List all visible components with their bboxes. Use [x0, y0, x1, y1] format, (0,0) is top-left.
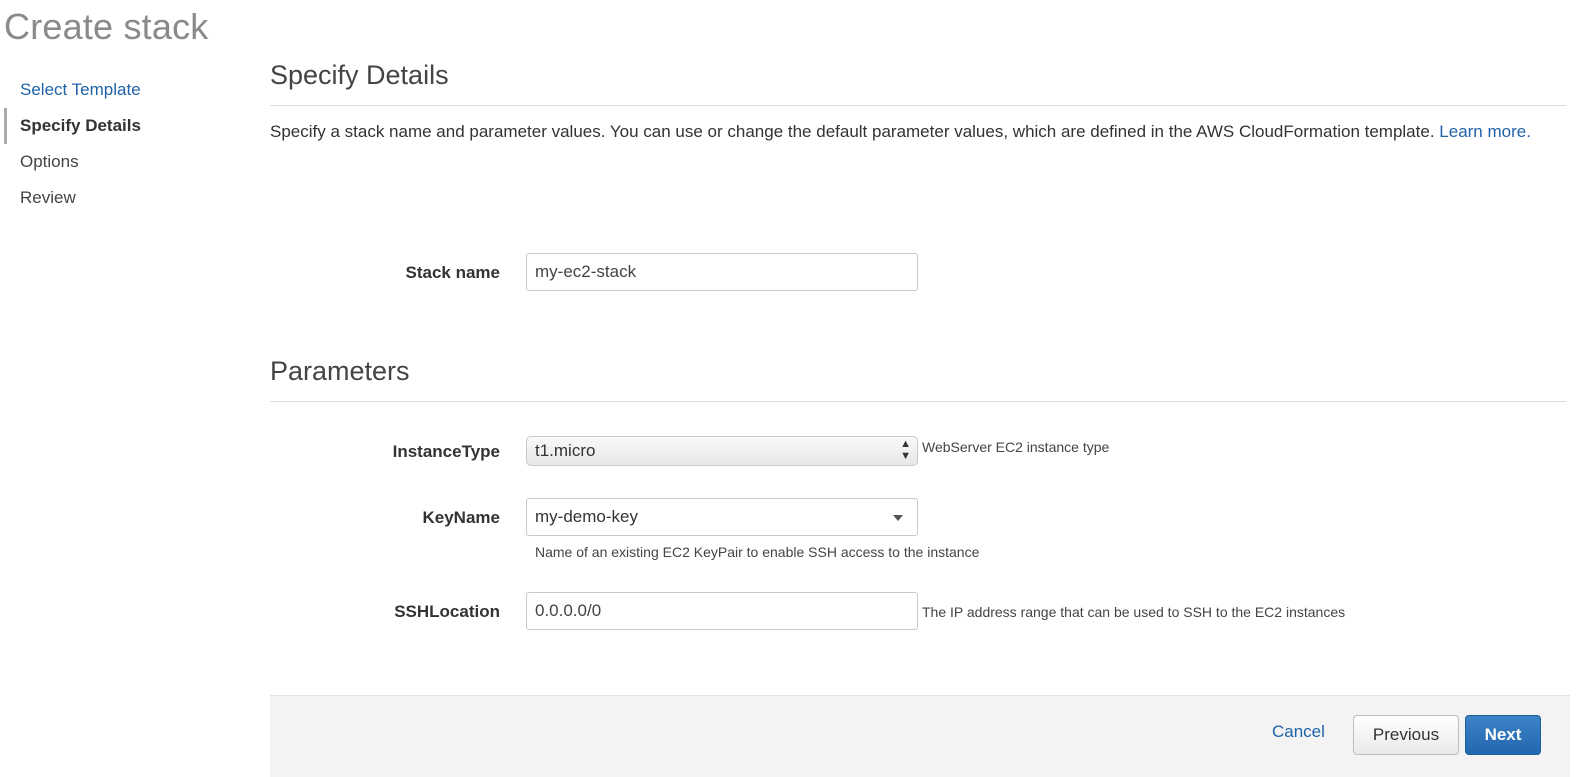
step-options: Options: [20, 152, 79, 171]
parameters-heading: Parameters: [270, 356, 410, 386]
instance-type-row: InstanceType t1.micro ▲ ▼ WebServer EC2 i…: [270, 432, 1570, 472]
page-title: Create stack: [4, 6, 209, 47]
stack-name-row: Stack name: [270, 253, 1570, 293]
key-name-row: KeyName my-demo-key Name of an existing …: [270, 498, 1570, 560]
key-name-help: Name of an existing EC2 KeyPair to enabl…: [535, 544, 980, 560]
section-divider: [270, 401, 1566, 402]
learn-more-link[interactable]: Learn more.: [1439, 122, 1531, 141]
wizard-footer: Cancel Previous Next: [270, 695, 1570, 777]
step-select-template[interactable]: Select Template: [4, 72, 204, 108]
cancel-button[interactable]: Cancel: [1272, 722, 1325, 742]
wizard-steps-sidebar: Select Template Specify Details Options …: [4, 72, 204, 216]
chevron-down-icon: [893, 515, 903, 521]
instance-type-value: t1.micro: [535, 441, 596, 460]
key-name-select[interactable]: my-demo-key: [526, 498, 918, 536]
ssh-location-help: The IP address range that can be used to…: [922, 604, 1346, 620]
step-specify-details: Specify Details: [4, 108, 204, 144]
parameters-section: Parameters: [270, 356, 1566, 402]
section-divider: [270, 105, 1566, 106]
next-button[interactable]: Next: [1465, 715, 1541, 755]
main-content: Specify Details Specify a stack name and…: [270, 60, 1570, 630]
instance-type-label: InstanceType: [392, 442, 500, 461]
stack-name-input[interactable]: [526, 253, 918, 291]
description-text: Specify a stack name and parameter value…: [270, 122, 1435, 141]
ssh-location-label: SSHLocation: [394, 602, 500, 621]
specify-details-section: Specify Details Specify a stack name and…: [270, 60, 1570, 146]
ssh-location-input[interactable]: [526, 592, 918, 630]
key-name-value: my-demo-key: [535, 507, 638, 526]
key-name-label: KeyName: [422, 508, 501, 527]
instance-type-select[interactable]: t1.micro ▲ ▼: [526, 436, 918, 466]
specify-details-heading: Specify Details: [270, 60, 449, 90]
step-review: Review: [20, 188, 76, 207]
specify-details-description: Specify a stack name and parameter value…: [270, 118, 1565, 146]
previous-button[interactable]: Previous: [1353, 715, 1459, 755]
stack-name-label: Stack name: [405, 263, 501, 282]
ssh-location-row: SSHLocation The IP address range that ca…: [270, 592, 1570, 632]
updown-arrows-icon: ▲ ▼: [900, 438, 911, 462]
instance-type-help: WebServer EC2 instance type: [922, 439, 1110, 455]
